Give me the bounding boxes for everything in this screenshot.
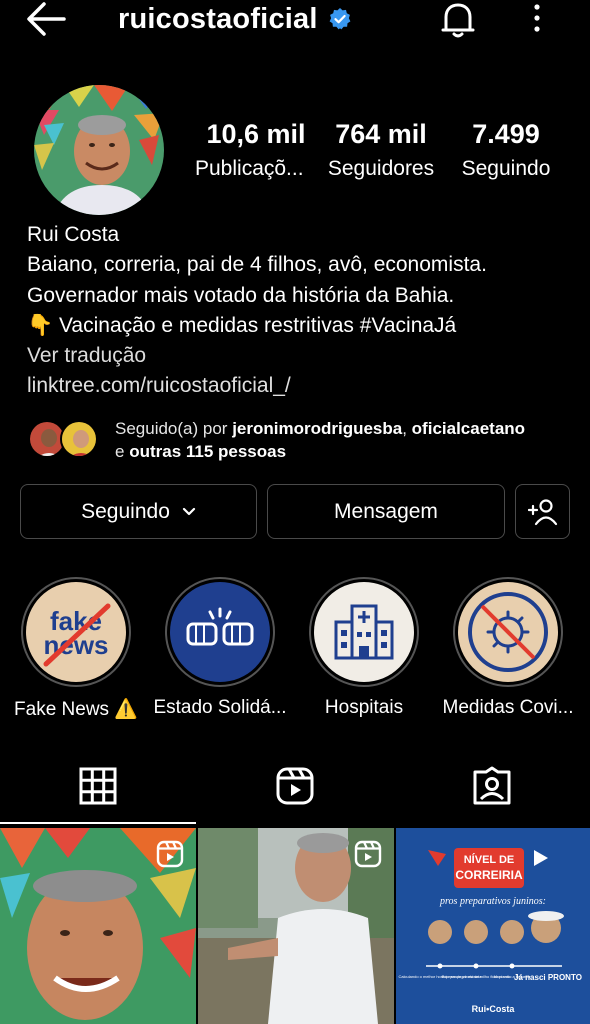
profile-username: ruicostaoficial (118, 2, 318, 35)
highlight-label: Medidas Covi... (442, 697, 574, 718)
followers-count-stat[interactable]: 764 mil Seguidores (322, 118, 440, 184)
svg-text:Já nasci PRONTO: Já nasci PRONTO (514, 973, 582, 982)
follower-avatar (60, 420, 98, 458)
profile-header: ruicostaoficial (0, 0, 590, 70)
suggested-users-button[interactable] (515, 484, 570, 539)
followers-count: 764 mil (335, 119, 427, 149)
following-label: Seguindo (461, 157, 551, 180)
post-thumbnail[interactable] (198, 828, 394, 1024)
highlight-estado-solidario[interactable]: Estado Solidá... (153, 577, 287, 719)
more-options-icon[interactable] (528, 2, 546, 36)
following-button-label: Seguindo (81, 499, 170, 523)
post-image: NÍVEL DE CORREIRIA pros preparativos jun… (396, 828, 590, 1024)
bio-line: Baiano, correria, pai de 4 filhos, avô, … (27, 253, 487, 277)
posts-label: Publicaçõ... (195, 157, 304, 180)
notification-bell-icon[interactable] (440, 0, 476, 40)
highlight-label: Hospitais (324, 697, 404, 718)
profile-tabs (0, 756, 590, 826)
back-arrow-icon[interactable] (24, 0, 68, 40)
following-count: 7.499 (472, 119, 540, 149)
add-person-icon (527, 498, 557, 525)
posts-count: 10,6 mil (206, 119, 306, 149)
chevron-down-icon (182, 507, 195, 515)
bio-line: 👇 Vacinação e medidas restritivas #Vacin… (27, 313, 457, 337)
tagged-tab-icon[interactable] (472, 766, 512, 806)
profile-bio: Rui Costa Baiano, correria, pai de 4 fil… (27, 220, 577, 402)
highlight-medidas-covid[interactable]: Medidas Covi... (443, 577, 573, 719)
reels-tab-icon[interactable] (275, 766, 315, 806)
highlight-ring (309, 577, 419, 687)
highlight-fake-news[interactable]: fake news Fake News ⚠️ (11, 577, 141, 721)
highlight-label: Fake News ⚠️ (14, 699, 138, 720)
bio-line: Governador mais votado da história da Ba… (27, 283, 455, 307)
bio-external-link[interactable]: linktree.com/ruicostaoficial_/ (27, 371, 577, 401)
highlight-ring (165, 577, 275, 687)
reel-badge-icon (354, 840, 382, 868)
message-button[interactable]: Mensagem (267, 484, 505, 539)
following-count-stat[interactable]: 7.499 Seguindo (455, 118, 557, 184)
post-thumbnail[interactable] (0, 828, 196, 1024)
verified-badge-icon (329, 8, 351, 30)
active-tab-indicator (0, 822, 196, 824)
followed-by-text: Seguido(a) por jeronimorodriguesba, ofic… (115, 419, 526, 461)
followed-by-row[interactable]: Seguido(a) por jeronimorodriguesba, ofic… (28, 415, 588, 465)
svg-text:Rui•Costa: Rui•Costa (472, 1004, 516, 1014)
hospital-icon (314, 582, 414, 682)
svg-text:CORREIRIA: CORREIRIA (455, 868, 523, 882)
posts-count-stat[interactable]: 10,6 mil Publicaçõ... (195, 118, 317, 184)
fist-bump-icon (170, 582, 270, 682)
see-translation-link[interactable]: Ver tradução (27, 341, 577, 371)
no-virus-icon (458, 582, 558, 682)
highlight-ring (453, 577, 563, 687)
svg-text:NÍVEL DE: NÍVEL DE (464, 853, 515, 866)
fake-news-cover: fake news (26, 582, 126, 682)
highlight-label: Estado Solidá... (153, 697, 287, 718)
avatar-photo (34, 85, 164, 215)
profile-avatar[interactable] (34, 85, 164, 215)
followers-label: Seguidores (327, 157, 435, 180)
highlight-ring: fake news (21, 577, 131, 687)
grid-icon[interactable] (78, 766, 118, 806)
svg-text:pros preparativos juninos:: pros preparativos juninos: (439, 896, 546, 907)
message-button-label: Mensagem (334, 499, 438, 523)
profile-username-row: ruicostaoficial (118, 0, 352, 38)
post-thumbnail[interactable]: NÍVEL DE CORREIRIA pros preparativos jun… (396, 828, 590, 1024)
reel-badge-icon (156, 840, 184, 868)
highlight-hospitais[interactable]: Hospitais (299, 577, 429, 719)
following-button[interactable]: Seguindo (20, 484, 257, 539)
profile-display-name: Rui Costa (27, 223, 120, 246)
